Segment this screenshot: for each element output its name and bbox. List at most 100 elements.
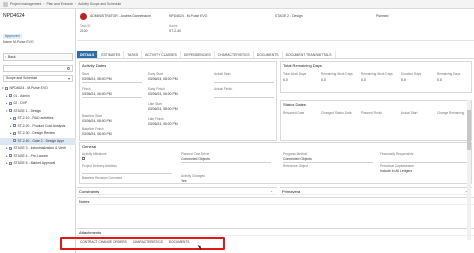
tab-details[interactable]: DETAILS xyxy=(77,51,99,58)
early-start-value: 03/06/24, 08:00 PM xyxy=(148,77,178,81)
breadcrumb-item[interactable]: Activity Scope and Schedule xyxy=(78,2,121,6)
back-label: Back xyxy=(8,55,16,59)
subproject-icon xyxy=(9,146,12,150)
late-finish-value: 03/06/24, 06:00 PM xyxy=(148,122,178,126)
early-start-label: Early Start xyxy=(148,72,163,76)
attachments-section[interactable]: Attachments xyxy=(77,228,474,236)
tree-item[interactable]: ▸ STAGE 5 - Market Approval xyxy=(0,160,76,168)
notes-title: Notes xyxy=(79,199,90,204)
tree-item[interactable]: ▾ STAGE 1 - Design xyxy=(0,108,76,116)
tree-item[interactable]: ▸ 02 - DVP xyxy=(0,100,76,108)
financially-responsible-label: Financially Responsible xyxy=(380,152,414,156)
tree-item-label: ST-2.10 - R&D activities xyxy=(17,116,54,120)
tab-bar: DETAILS ESTIMATES TASKS ACTIVITY CLASSES… xyxy=(77,51,474,59)
finish-field-line xyxy=(82,97,142,98)
actual-finish-label: Actual Finish xyxy=(214,87,233,91)
resumed-date-label: Resumed Date xyxy=(283,111,305,115)
tree-item-label: STAGE 1 - Design xyxy=(13,108,42,113)
progress-method-line xyxy=(283,162,373,163)
reference-object-label: Reference Object xyxy=(283,164,308,168)
financially-responsible-field[interactable] xyxy=(380,162,468,163)
progress-method-label: Progress Method xyxy=(283,152,308,156)
early-finish-value: 03/06/24, 06:00 PM xyxy=(148,92,178,96)
project-id: NPD4624 xyxy=(3,13,25,19)
breadcrumb-separator-icon: › xyxy=(75,2,77,6)
search-icon xyxy=(67,67,70,70)
total-work-days-label: Total Work Days xyxy=(283,72,307,76)
baseline-finish-value: 03/06/24, 06:00 PM xyxy=(82,132,112,136)
actual-start-field-line[interactable] xyxy=(214,82,274,83)
finish-value[interactable]: 03/06/24, 06:00 PM xyxy=(82,92,112,96)
search-input[interactable] xyxy=(3,65,73,72)
tree-item[interactable]: ▾ NPD4624 - M-Pulse EVO xyxy=(0,85,76,93)
project-value[interactable]: NPD4624 - M-Pulse EVO xyxy=(169,14,207,18)
tab-dependencies[interactable]: DEPENDENCIES xyxy=(181,51,215,58)
baseline-start-label: Baseline Start xyxy=(82,114,102,118)
duration-days-label: Duration Days xyxy=(401,72,422,76)
activity-icon xyxy=(13,116,16,120)
breadcrumb-item[interactable]: Plan and Execute xyxy=(46,2,73,6)
constraints-title: Constraints xyxy=(79,189,100,194)
wbs-value[interactable]: STAGE 2 - Design xyxy=(275,14,303,18)
periodical-capitalization-value[interactable]: Include in All Ledgers xyxy=(380,169,412,173)
tree-item[interactable]: ▸ ST-2.10 - R&D activities xyxy=(0,115,76,123)
tab-documents[interactable]: DOCUMENTS xyxy=(254,51,283,58)
activity-icon xyxy=(13,124,16,128)
start-label: Start xyxy=(82,72,89,76)
project-delivery-address-field[interactable] xyxy=(82,173,172,174)
early-finish-label: Early Finish xyxy=(148,87,165,91)
tree-item[interactable]: ▸ ST-2.30 - Design Review xyxy=(0,130,76,138)
baseline-start-value: 03/06/24, 08:00 PM xyxy=(82,119,112,123)
constraints-section[interactable]: Constraints ⌄ xyxy=(77,187,277,195)
tab-characteristics[interactable]: CHARACTERISTICS xyxy=(215,51,254,58)
subproject-icon xyxy=(9,101,12,105)
tree-item-label: NPD4624 - M-Pulse EVO xyxy=(9,86,48,90)
back-button[interactable]: ‹ Back xyxy=(3,53,73,61)
tree-item-label: 01 - Admin xyxy=(13,93,30,98)
actual-start-label: Actual Start xyxy=(214,72,231,76)
tree-item[interactable]: ▸ 01 - Admin xyxy=(0,93,76,101)
tree-item-selected[interactable]: ST-2.40 - Gate 2 - Design Appr xyxy=(0,137,76,145)
home-icon[interactable] xyxy=(3,1,8,7)
activity-dates-panel: Activity Dates Start 03/06/24, 08:00 PM … xyxy=(79,61,277,141)
view-dropdown[interactable]: Scope and Schedule xyxy=(3,75,73,82)
subproject-icon xyxy=(9,161,12,165)
remaining-days-value: 0.0 xyxy=(437,78,442,82)
baseline-revision-comment-label: Baseline Revision Comment xyxy=(82,176,123,180)
tree-item[interactable]: ▸ STAGE 4 - Pre-Launch xyxy=(0,153,76,161)
tree-item-label: STAGE 4 - Pre-Launch xyxy=(13,153,49,158)
tree-item-label: STAGE 5 - Market Approval xyxy=(13,161,56,165)
project-tree: ▾ NPD4624 - M-Pulse EVO ▸ 01 - Admin ▸ 02 -… xyxy=(0,85,76,168)
tab-estimates[interactable]: ESTIMATES xyxy=(98,51,125,58)
notes-section[interactable]: Notes ⌄ xyxy=(77,197,474,205)
start-value[interactable]: 03/06/24, 08:00 PM xyxy=(82,77,112,81)
remaining-days-title: Total Remaining Days xyxy=(283,63,322,68)
late-finish-label: Late Finish xyxy=(148,117,164,121)
progress-method-value[interactable]: Connected Objects xyxy=(283,157,312,161)
status-dates-panel: Status Dates Resumed Date Changed Status… xyxy=(280,100,472,141)
chevron-down-icon: ⌄ xyxy=(269,189,273,193)
tab-tasks[interactable]: TASKS xyxy=(124,51,143,58)
actual-finish-field-line[interactable] xyxy=(214,97,274,98)
tree-item-label: ST-2.30 - Design Review xyxy=(17,131,56,135)
activity-icon xyxy=(13,139,16,143)
tree-item[interactable]: ▸ ST-2.20 - Product Cost Analysis xyxy=(0,123,76,131)
project-delivery-address-label: Project Delivery Address xyxy=(82,164,117,168)
planned-cost-driver-value[interactable]: Connected Objects xyxy=(181,157,210,161)
tab-activity-classes[interactable]: ACTIVITY CLASSES xyxy=(142,51,181,58)
activity-milestone-checkbox[interactable] xyxy=(82,157,85,160)
tree-item[interactable]: ▸ STAGE 3 - Industrialization & Verifi xyxy=(0,145,76,153)
breadcrumb-item[interactable]: Project management xyxy=(10,2,41,6)
activity-changed-value: Yes xyxy=(181,179,187,183)
tab-document-transmittals[interactable]: DOCUMENT TRANSMITTALS xyxy=(283,51,336,58)
owner-value: ADMINISTRATOR - Andrea Dannebaum xyxy=(90,14,151,18)
scrollbar-thumb[interactable] xyxy=(467,110,471,150)
planned-cost-driver-line xyxy=(181,162,271,163)
chevron-left-icon: ‹ xyxy=(5,55,7,59)
activity-changed-label: Activity Changed xyxy=(181,174,205,178)
breadcrumb-separator-icon: › xyxy=(43,2,45,6)
attachments-title: Attachments xyxy=(79,230,102,235)
primavera-section[interactable]: Primavera ⌄ xyxy=(280,187,472,195)
scrollbar[interactable] xyxy=(467,100,471,240)
actual-start-status-label: Actual Start xyxy=(401,111,418,115)
